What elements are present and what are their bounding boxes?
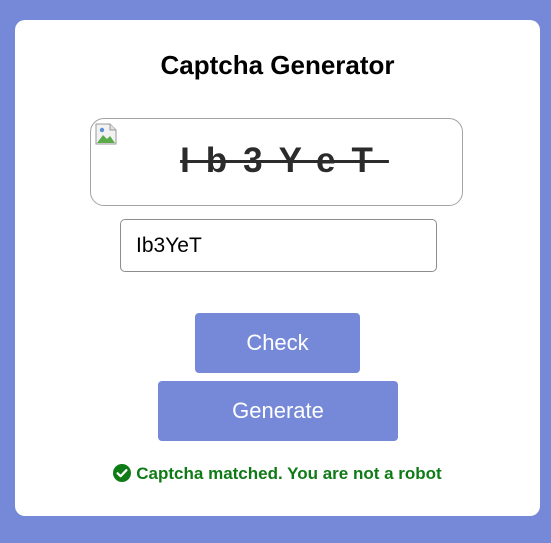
page-title: Captcha Generator: [160, 50, 395, 80]
captcha-text: Ib3YeT: [180, 141, 389, 180]
generate-button[interactable]: Generate: [158, 381, 398, 441]
captcha-input[interactable]: [120, 219, 437, 272]
status-message: Captcha matched. You are not a robot: [15, 463, 540, 485]
check-button[interactable]: Check: [195, 313, 360, 373]
captcha-card: Captcha Generator Ib3YeT Check Generate …: [15, 20, 540, 516]
status-text: Captcha matched. You are not a robot: [136, 464, 442, 483]
captcha-display: Ib3YeT: [90, 118, 463, 206]
check-circle-icon: [113, 464, 132, 482]
